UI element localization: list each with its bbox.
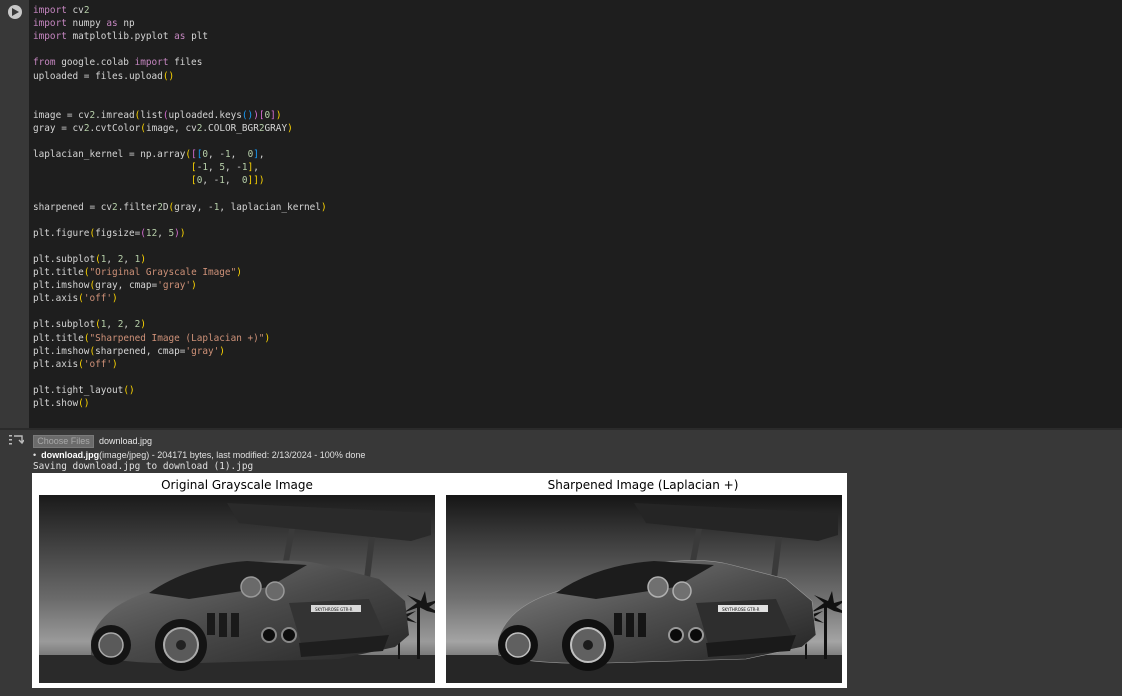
svg-text:SKYTHROSE GTR-R: SKYTHROSE GTR-R xyxy=(315,607,353,612)
left-subplot-title: Original Grayscale Image xyxy=(161,478,313,492)
code-line: plt.subplot(1, 2, 1) xyxy=(33,253,146,265)
upload-status: • download.jpg(image/jpeg) - 204171 byte… xyxy=(33,450,365,460)
code-line: [-1, 5, -1], xyxy=(191,162,259,174)
code-cell: import cv2 import numpy as np import matpl… xyxy=(0,0,1122,696)
code-line: plt.show() xyxy=(33,398,90,409)
code-line: plt.imshow(gray, cmap='gray') xyxy=(33,280,197,292)
code-line: plt.figure(figsize=(12, 5)) xyxy=(33,227,186,239)
cell-gutter xyxy=(0,0,29,430)
code-line: import numpy as np xyxy=(33,18,135,30)
code-line: [0, -1, 0]]) xyxy=(191,175,265,187)
code-line: import cv2 xyxy=(33,5,90,16)
selected-file-name: download.jpg xyxy=(99,436,153,446)
code-editor[interactable]: import cv2 import numpy as np import matpl… xyxy=(29,0,1122,428)
code-line: plt.axis('off') xyxy=(33,293,118,305)
saving-message: Saving download.jpg to download (1).jpg xyxy=(33,461,254,472)
svg-text:SKYTHROSE GTR-R: SKYTHROSE GTR-R xyxy=(722,607,760,612)
code-line: import matplotlib.pyplot as plt xyxy=(33,31,208,43)
code-line: sharpened = cv2.filter2D(gray, -1, lapla… xyxy=(33,201,327,213)
code-line: gray = cv2.cvtColor(image, cv2.COLOR_BGR… xyxy=(33,122,293,134)
bullet: • xyxy=(33,450,37,460)
code-line: plt.tight_layout() xyxy=(33,384,135,396)
code-line: laplacian_kernel = np.array([[0, -1, 0], xyxy=(33,149,265,161)
cell-divider xyxy=(0,428,1122,430)
output-toggle-icon[interactable] xyxy=(8,434,24,448)
upload-detail: (image/jpeg) - 204171 bytes, last modifi… xyxy=(99,450,366,460)
code-line: plt.subplot(1, 2, 2) xyxy=(33,319,146,331)
right-subplot-title: Sharpened Image (Laplacian +) xyxy=(547,478,739,492)
code-line: image = cv2.imread(list(uploaded.keys())… xyxy=(33,109,282,121)
code-line: plt.imshow(sharpened, cmap='gray') xyxy=(33,345,225,357)
sharpened-image: SKYTHROSE GTR-R xyxy=(446,495,842,683)
code-line: from google.colab import files xyxy=(33,57,203,69)
run-cell-button[interactable] xyxy=(8,5,22,19)
code-line: plt.title("Sharpened Image (Laplacian +)… xyxy=(33,332,271,344)
code-line: plt.title("Original Grayscale Image") xyxy=(33,267,242,278)
original-grayscale-image: SKYTHROSE GTR-R xyxy=(39,495,435,683)
play-icon xyxy=(12,8,19,16)
code-line: plt.axis('off') xyxy=(33,358,118,370)
code-line: uploaded = files.upload() xyxy=(33,70,175,82)
uploaded-file-name: download.jpg xyxy=(41,450,100,460)
choose-files-button[interactable]: Choose Files xyxy=(33,435,94,448)
matplotlib-figure: Original Grayscale Image Sharpened Image… xyxy=(32,473,847,688)
